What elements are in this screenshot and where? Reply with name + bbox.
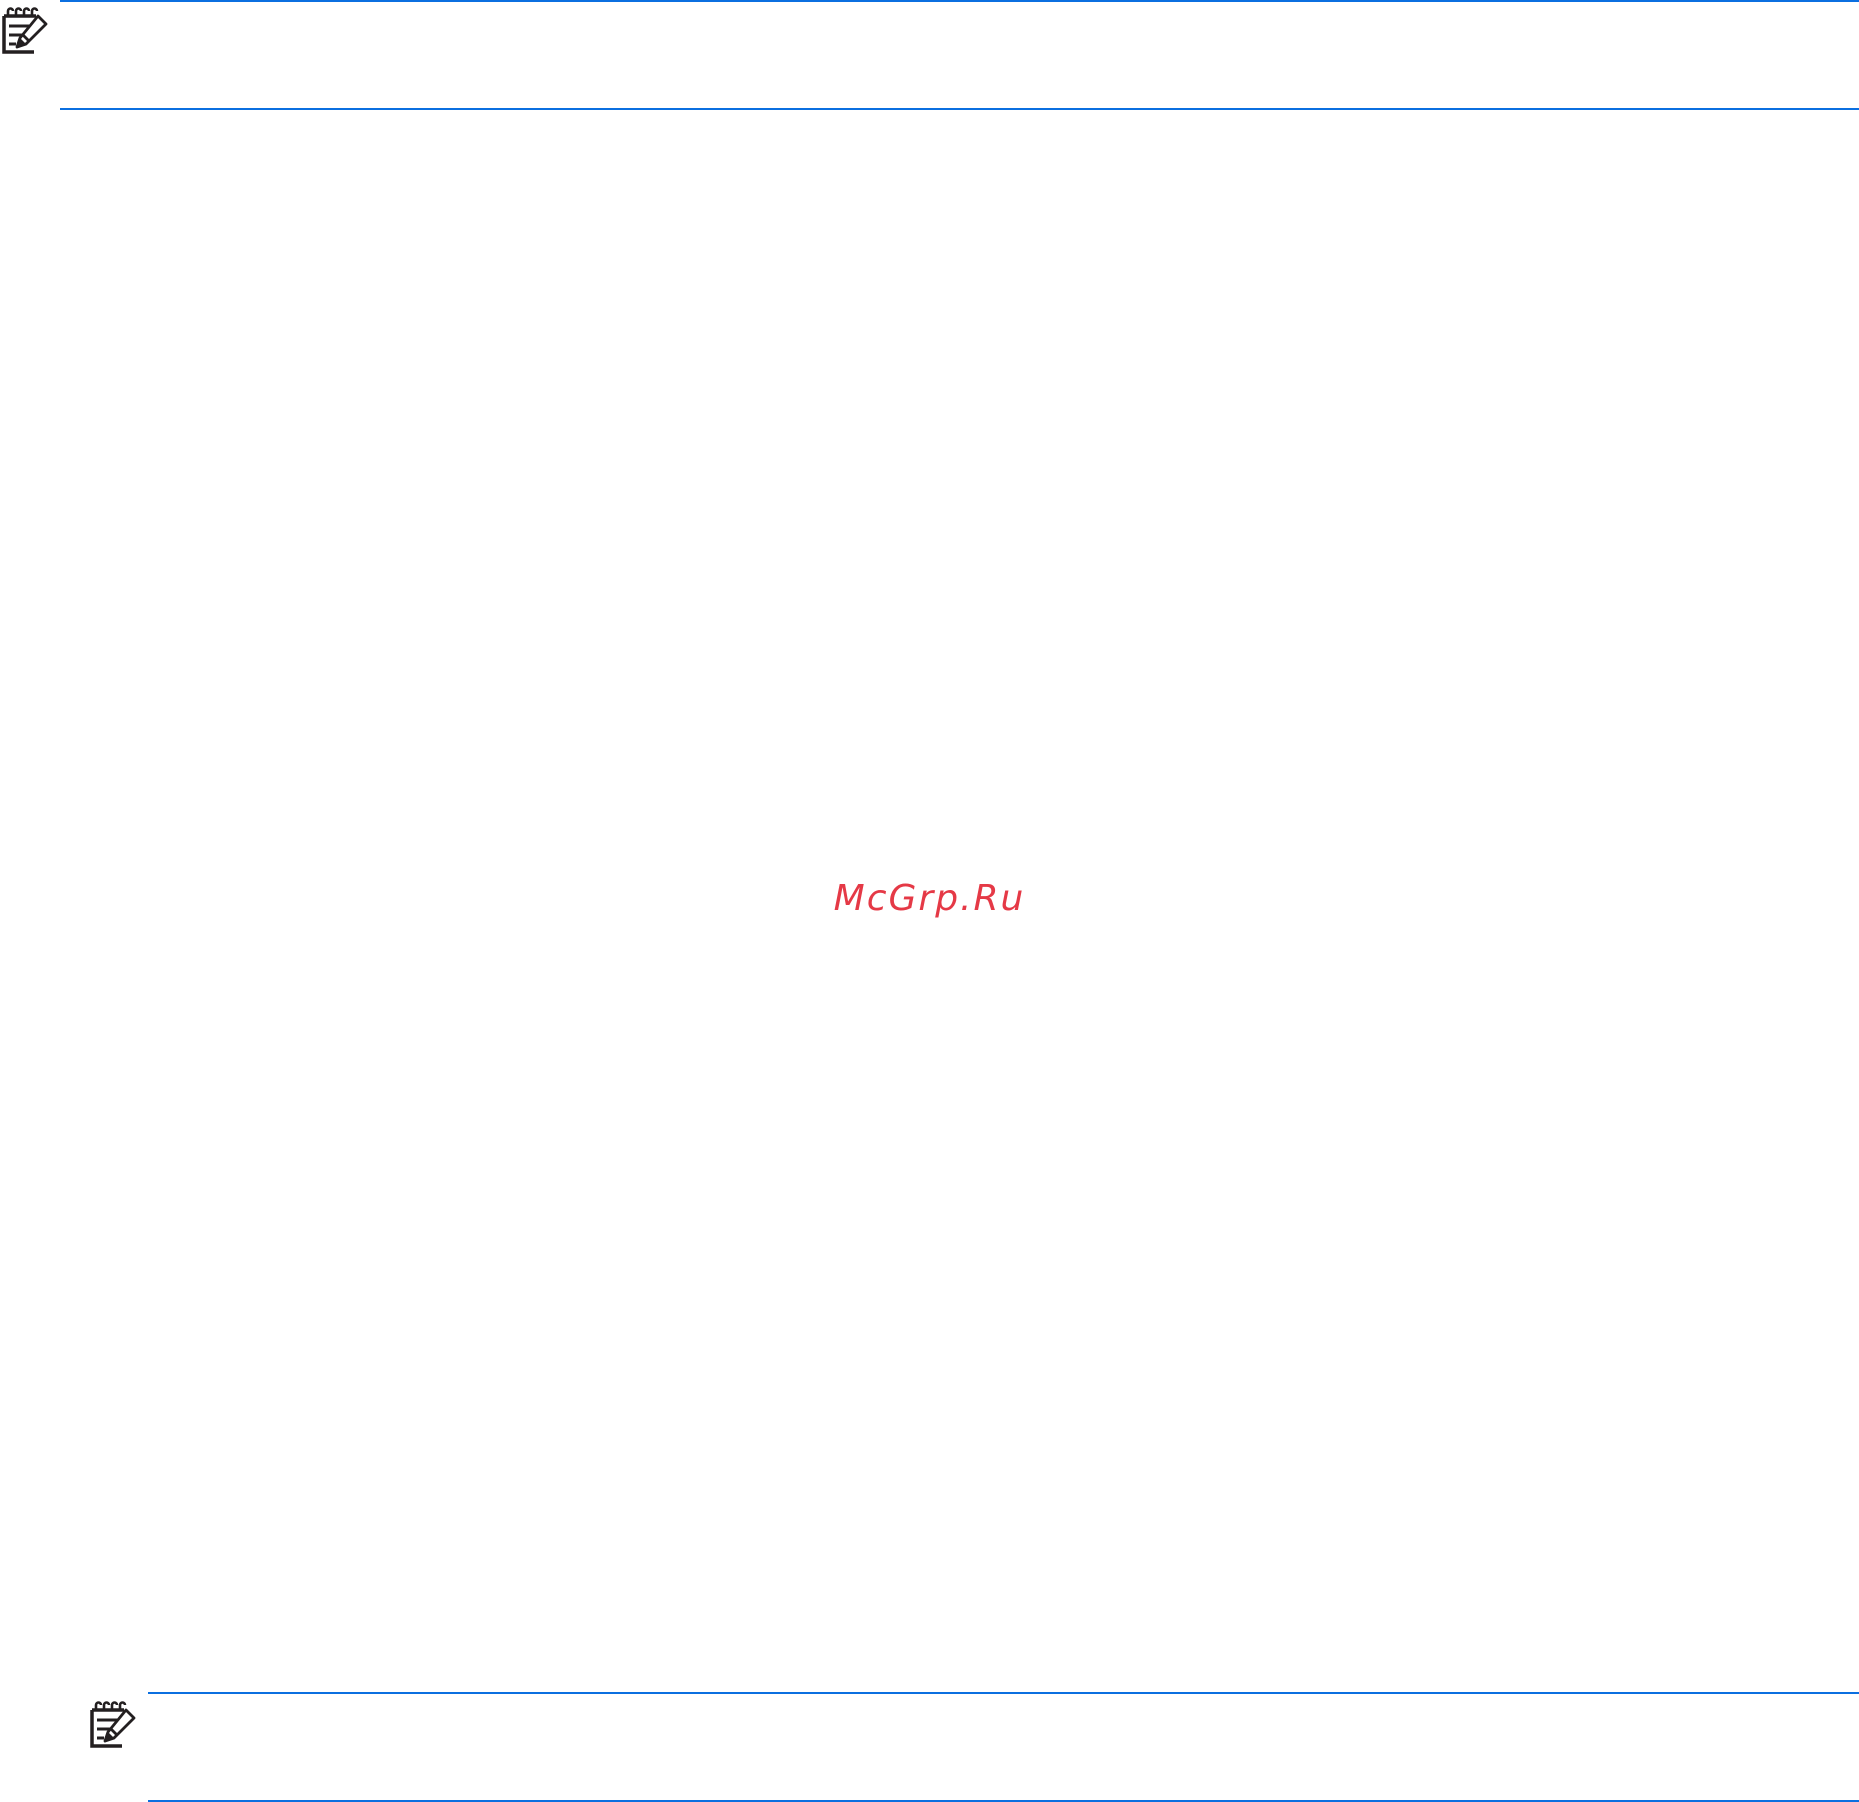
watermark-text: McGrp.Ru — [833, 878, 1026, 919]
note-top-rule-lower — [60, 108, 1859, 110]
note-top-rule-upper — [60, 0, 1859, 2]
note-pad-icon — [0, 6, 48, 54]
note-bottom-rule-upper — [148, 1692, 1859, 1694]
note-pad-icon — [88, 1700, 136, 1748]
